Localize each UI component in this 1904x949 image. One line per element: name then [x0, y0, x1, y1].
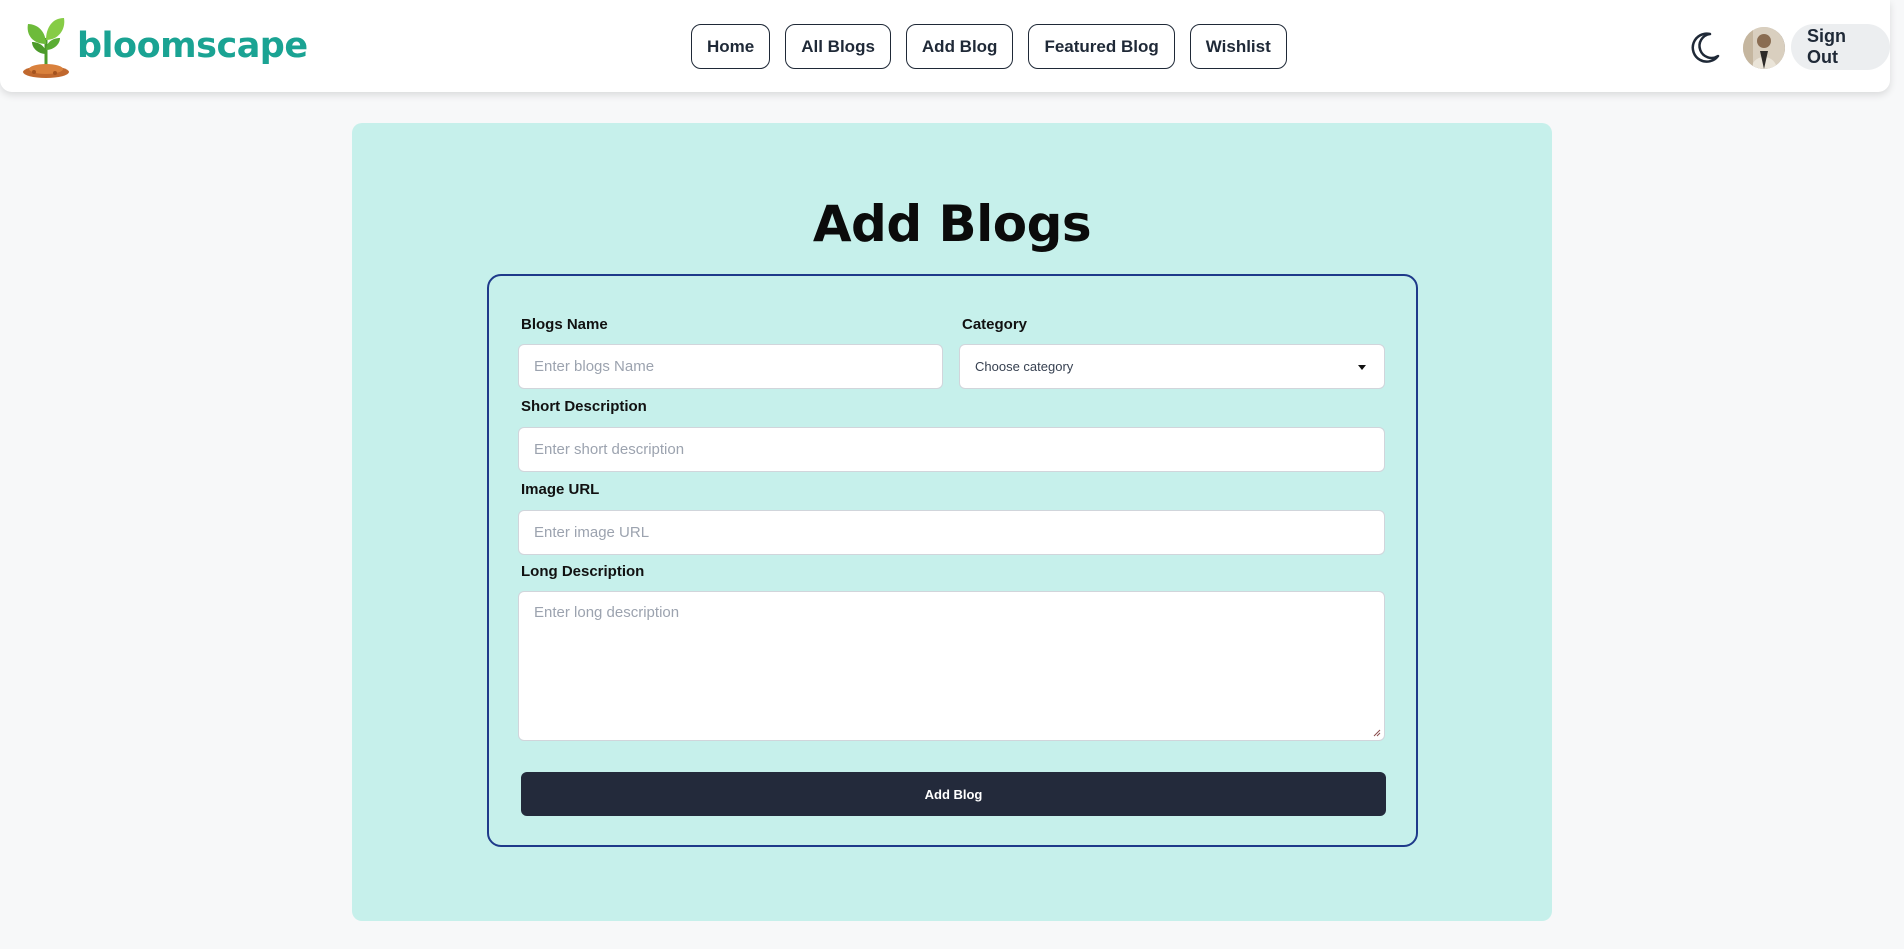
navbar: bloomscape Home All Blogs Add Blog Featu…: [0, 0, 1890, 92]
blog-name-label: Blogs Name: [521, 316, 608, 333]
nav-featured-blog[interactable]: Featured Blog: [1028, 24, 1175, 69]
nav-all-blogs[interactable]: All Blogs: [785, 24, 891, 69]
nav-links: Home All Blogs Add Blog Featured Blog Wi…: [691, 24, 1302, 69]
brand[interactable]: bloomscape: [22, 14, 308, 78]
brand-name: bloomscape: [77, 26, 308, 66]
long-description-textarea[interactable]: Enter long description: [518, 591, 1385, 741]
caret-down-icon: [1358, 365, 1366, 370]
resize-handle-icon[interactable]: [1373, 729, 1381, 737]
long-description-label: Long Description: [521, 563, 645, 580]
short-description-input[interactable]: Enter short description: [518, 427, 1385, 472]
page-title: Add Blogs: [812, 195, 1092, 253]
image-url-input[interactable]: Enter image URL: [518, 510, 1385, 555]
nav-add-blog[interactable]: Add Blog: [905, 24, 1014, 69]
category-selected-value: Choose category: [975, 359, 1074, 374]
add-blog-submit-button[interactable]: Add Blog: [521, 772, 1386, 816]
blog-name-input[interactable]: Enter blogs Name: [518, 344, 943, 389]
category-label: Category: [962, 316, 1028, 333]
category-select[interactable]: Choose category: [959, 344, 1385, 389]
moon-icon[interactable]: [1686, 30, 1722, 66]
avatar[interactable]: [1743, 27, 1785, 69]
short-description-label: Short Description: [521, 398, 647, 415]
long-description-placeholder: Enter long description: [534, 604, 680, 621]
add-blog-form: Blogs Name Enter blogs Name Category Cho…: [487, 274, 1418, 847]
seedling-pot-icon: [22, 14, 72, 78]
nav-home[interactable]: Home: [691, 24, 771, 69]
sign-out-button[interactable]: Sign Out: [1791, 24, 1890, 70]
nav-wishlist[interactable]: Wishlist: [1189, 24, 1287, 69]
add-blog-panel: Add Blogs Blogs Name Enter blogs Name Ca…: [352, 123, 1552, 921]
image-url-label: Image URL: [521, 481, 600, 498]
